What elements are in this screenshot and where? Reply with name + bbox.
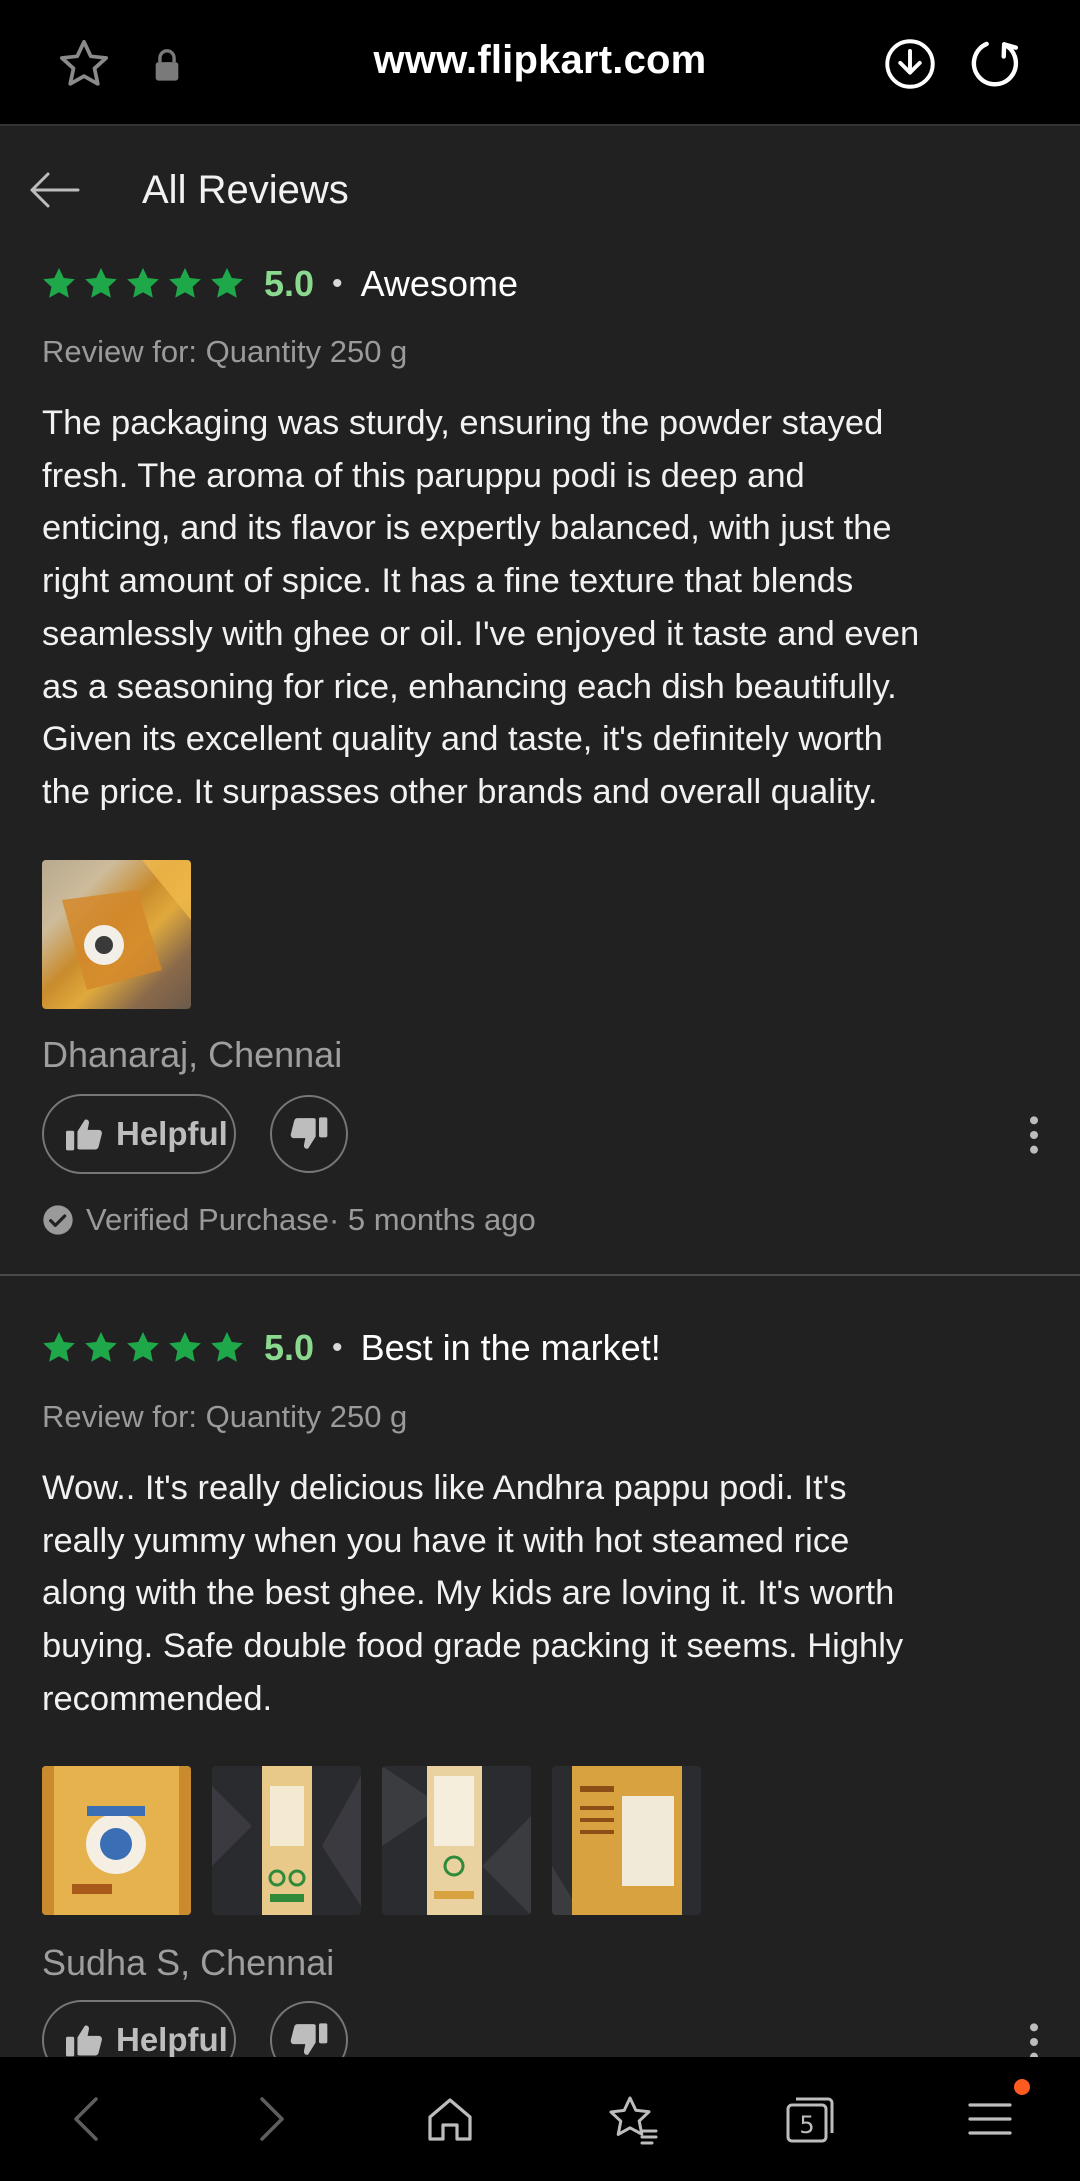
product-image — [212, 1766, 361, 1915]
tabs-icon[interactable]: 5 — [782, 2091, 838, 2147]
back-icon[interactable] — [66, 2091, 106, 2147]
star-filled-icon — [43, 1331, 75, 1362]
helpful-button[interactable]: Helpful — [42, 1094, 236, 1174]
product-image — [62, 860, 191, 990]
page-header: All Reviews — [0, 126, 1080, 256]
review-title: Awesome — [360, 263, 518, 304]
thumbs-up-icon — [66, 1119, 102, 1151]
star-filled-icon — [85, 267, 117, 298]
review-divider — [0, 1274, 1080, 1276]
separator-dot: • — [332, 267, 343, 300]
review-text-line: along with the best ghee. My kids are lo… — [42, 1574, 895, 1613]
review-text: Wow.. It's really delicious like Andhra … — [42, 1462, 1052, 1726]
star-filled-icon — [43, 267, 75, 298]
thumbs-down-icon — [290, 1117, 328, 1149]
rating-score: 5.0 — [264, 263, 315, 304]
helpful-label: Helpful — [116, 2021, 228, 2058]
rating-row: 5.0 • Best in the market! — [40, 1326, 661, 1370]
review-text-line: buying. Safe double food grade packing i… — [42, 1627, 904, 1666]
review-text-line: right amount of spice. It has a fine tex… — [42, 562, 854, 601]
review-title: Best in the market! — [360, 1327, 661, 1368]
review-photo[interactable] — [212, 1766, 361, 1915]
star-rating — [40, 265, 246, 303]
review-text-line: Given its excellent quality and taste, i… — [42, 720, 883, 759]
not-helpful-button[interactable] — [270, 1095, 348, 1173]
back-arrow-icon[interactable] — [28, 170, 80, 210]
review-text: The packaging was sturdy, ensuring the p… — [42, 397, 1052, 819]
review-text-line: seamlessly with ghee or oil. I've enjoye… — [42, 614, 920, 653]
rating-score: 5.0 — [264, 1327, 315, 1368]
star-filled-icon — [127, 267, 159, 298]
page-title: All Reviews — [142, 168, 349, 212]
review-photos — [42, 1766, 701, 1915]
separator-dot: • — [332, 1331, 343, 1364]
review-text-line: really yummy when you have it with hot s… — [42, 1521, 850, 1560]
review-text-line: fresh. The aroma of this paruppu podi is… — [42, 456, 805, 495]
star-filled-icon — [127, 1331, 159, 1362]
product-image — [42, 1766, 191, 1915]
review-text-line: enticing, and its flavor is expertly bal… — [42, 509, 892, 548]
verified-purchase: Verified Purchase· 5 months ago — [42, 1202, 536, 1238]
review-variant: Review for: Quantity 250 g — [42, 1399, 408, 1434]
review-photos — [42, 860, 191, 1009]
star-filled-icon — [169, 267, 201, 298]
star-filled-icon — [211, 267, 243, 298]
review-text-line: The packaging was sturdy, ensuring the p… — [42, 404, 884, 442]
reviewer-name: Sudha S, Chennai — [42, 1942, 335, 1983]
star-filled-icon — [85, 1331, 117, 1362]
thumbs-down-icon — [290, 2023, 328, 2055]
review-text-line: Wow.. It's really delicious like Andhra … — [42, 1469, 847, 1507]
review-text-line: the price. It surpasses other brands and… — [42, 772, 878, 811]
forward-icon[interactable] — [252, 2091, 292, 2147]
menu-icon[interactable] — [962, 2091, 1018, 2147]
review-photo[interactable] — [382, 1766, 531, 1915]
reviewer-name: Dhanaraj, Chennai — [42, 1034, 343, 1075]
star-rating — [40, 1329, 246, 1367]
notification-dot — [1014, 2079, 1030, 2095]
more-options-icon[interactable] — [1024, 2022, 1044, 2062]
review-text-line: as a seasoning for rice, enhancing each … — [42, 667, 897, 706]
review-text-line: recommended. — [42, 1679, 273, 1718]
browser-address-bar: www.flipkart.com — [0, 0, 1080, 126]
review-photo[interactable] — [42, 1766, 191, 1915]
star-filled-icon — [211, 1331, 243, 1362]
thumbs-up-icon — [66, 2025, 102, 2057]
verified-text: Verified Purchase· 5 months ago — [86, 1202, 536, 1237]
home-icon[interactable] — [422, 2091, 478, 2147]
review-variant: Review for: Quantity 250 g — [42, 334, 408, 369]
browser-bottom-nav: 5 — [0, 2057, 1080, 2181]
tab-count: 5 — [799, 2111, 814, 2139]
bookmarks-icon[interactable] — [604, 2091, 660, 2147]
product-image — [382, 1766, 531, 1915]
more-options-icon[interactable] — [1024, 1115, 1044, 1155]
helpful-label: Helpful — [116, 1115, 228, 1152]
rating-row: 5.0 • Awesome — [40, 262, 518, 306]
check-circle-icon — [43, 1205, 73, 1235]
star-filled-icon — [169, 1331, 201, 1362]
review-photo[interactable] — [42, 860, 191, 1009]
reload-icon[interactable] — [968, 36, 1024, 92]
download-icon[interactable] — [884, 38, 936, 90]
review-photo[interactable] — [552, 1766, 701, 1915]
product-image — [552, 1766, 701, 1915]
